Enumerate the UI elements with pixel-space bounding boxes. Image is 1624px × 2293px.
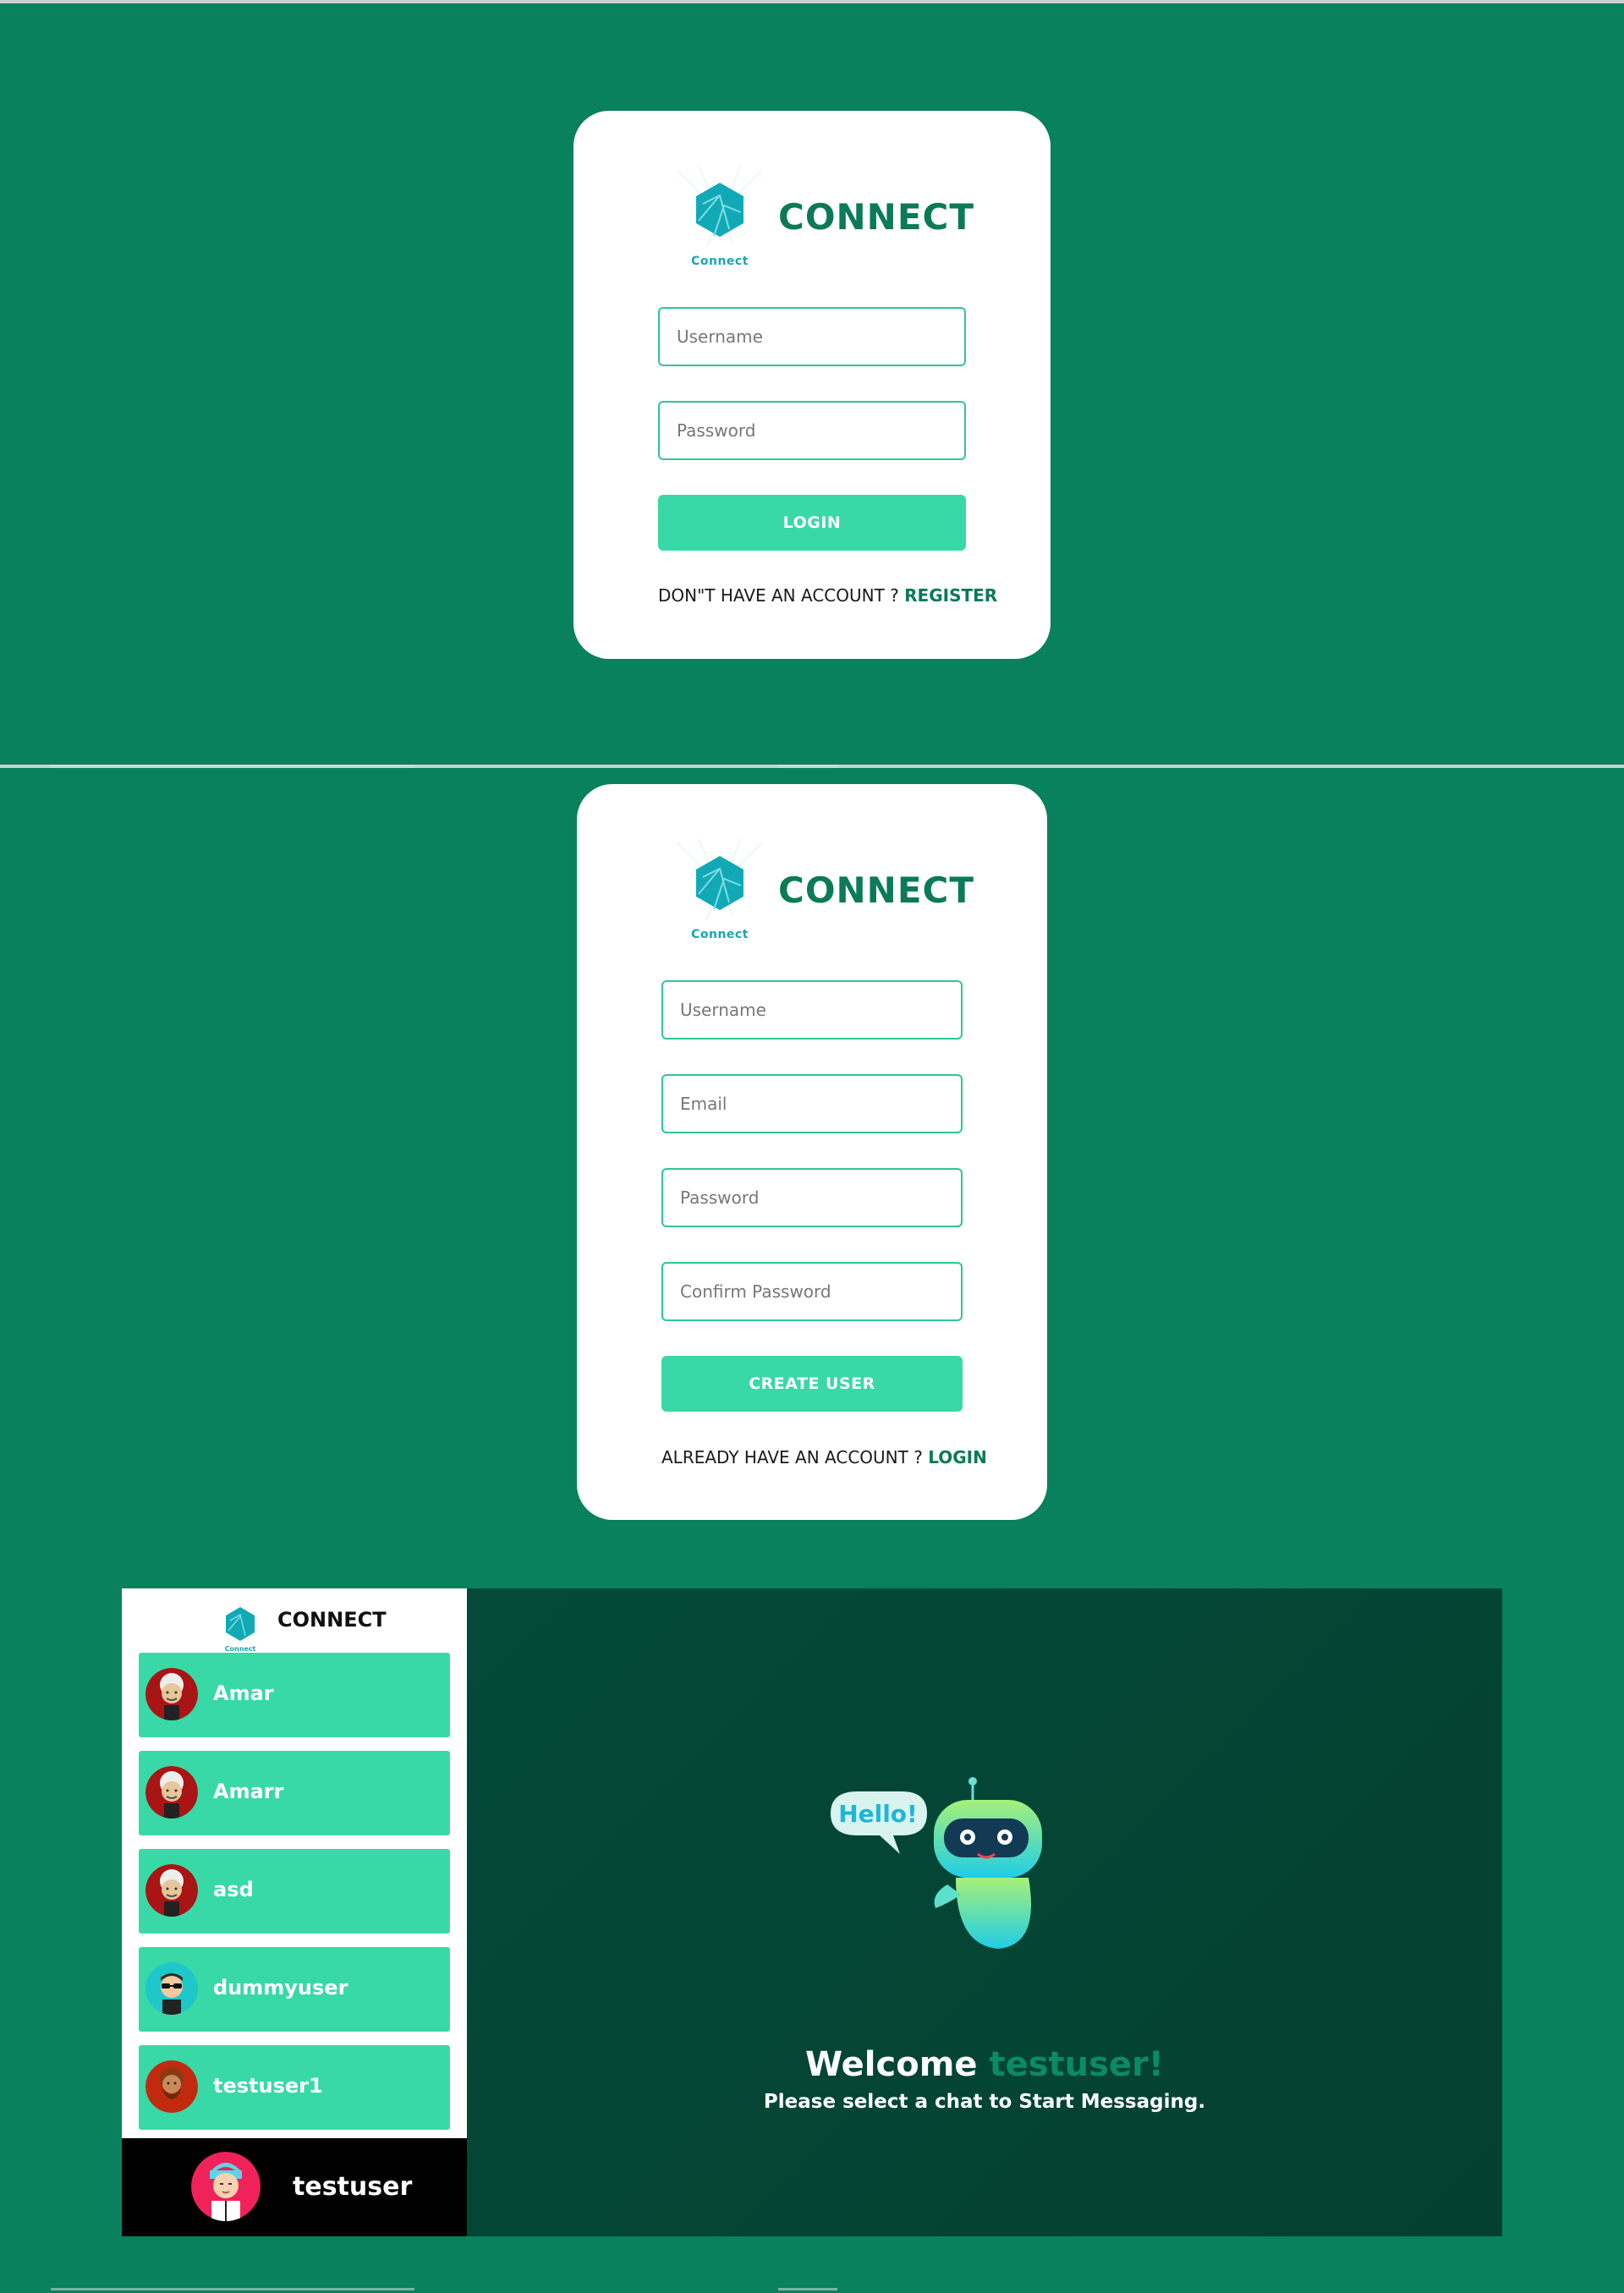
brand-title: CONNECT bbox=[277, 1608, 387, 1632]
contacts-sidebar: Connect CONNECT Amar Amarr asd dummyuser… bbox=[122, 1588, 467, 2236]
login-button[interactable]: LOGIN bbox=[658, 495, 966, 551]
current-user-name: testuser bbox=[293, 2172, 413, 2202]
welcome-prefix: Welcome bbox=[804, 2045, 990, 2084]
create-user-button[interactable]: CREATE USER bbox=[661, 1356, 963, 1412]
top-border bbox=[0, 0, 1624, 3]
white-hair-man-avatar bbox=[145, 1766, 198, 1818]
username-input[interactable] bbox=[658, 307, 966, 366]
register-card: Connect CONNECT CREATE USER ALREADY HAVE… bbox=[577, 784, 1047, 1520]
username-input[interactable] bbox=[661, 980, 963, 1040]
contact-name: Amar bbox=[213, 1681, 274, 1705]
contact-item-dummyuser[interactable]: dummyuser bbox=[139, 1947, 450, 2032]
contact-item-amarr[interactable]: Amarr bbox=[139, 1751, 450, 1835]
contact-item-amar[interactable]: Amar bbox=[139, 1653, 450, 1737]
divider-highlight bbox=[778, 765, 837, 767]
contact-item-asd[interactable]: asd bbox=[139, 1849, 450, 1934]
contact-name: testuser1 bbox=[213, 2074, 323, 2098]
logo-caption: Connect bbox=[691, 928, 749, 941]
connect-logo-icon: Connect bbox=[219, 1602, 261, 1653]
white-hair-man-avatar bbox=[145, 1864, 198, 1917]
bottom-highlight bbox=[778, 2288, 837, 2290]
email-input[interactable] bbox=[661, 1074, 963, 1133]
bottom-highlight bbox=[51, 2288, 414, 2290]
blue-hair-avatar bbox=[191, 2152, 261, 2221]
password-input[interactable] bbox=[658, 401, 966, 460]
login-card: Connect CONNECT LOGIN DON"T HAVE AN ACCO… bbox=[573, 111, 1051, 659]
brand-title: CONNECT bbox=[778, 869, 974, 911]
divider-highlight bbox=[51, 765, 414, 767]
connect-logo-icon: Connect bbox=[673, 162, 766, 272]
welcome-heading: Welcome testuser! bbox=[467, 2045, 1502, 2084]
confirm-password-input[interactable] bbox=[661, 1262, 963, 1321]
sunglasses-man-avatar bbox=[145, 1962, 198, 2015]
logo-caption: Connect bbox=[691, 255, 749, 268]
select-chat-hint: Please select a chat to Start Messaging. bbox=[763, 2091, 1206, 2113]
register-link[interactable]: REGISTER bbox=[904, 585, 997, 606]
register-prompt: DON"T HAVE AN ACCOUNT ? REGISTER bbox=[658, 585, 997, 606]
login-prompt: ALREADY HAVE AN ACCOUNT ? LOGIN bbox=[661, 1447, 987, 1467]
hello-robot-illustration: Hello! bbox=[829, 1776, 1049, 1954]
login-link[interactable]: LOGIN bbox=[928, 1447, 987, 1467]
current-user-panel[interactable]: testuser bbox=[122, 2138, 467, 2236]
contact-name: asd bbox=[213, 1878, 254, 1901]
connect-logo-icon: Connect bbox=[673, 835, 766, 945]
password-input[interactable] bbox=[661, 1168, 963, 1227]
sidebar-header: Connect CONNECT bbox=[122, 1588, 467, 1653]
login-prompt-text: ALREADY HAVE AN ACCOUNT ? bbox=[661, 1447, 929, 1467]
chat-app: Connect CONNECT Amar Amarr asd dummyuser… bbox=[122, 1588, 1502, 2236]
contact-name: Amarr bbox=[213, 1780, 284, 1803]
welcome-username: testuser! bbox=[989, 2045, 1165, 2084]
white-hair-man-avatar bbox=[145, 1668, 198, 1720]
logo-caption: Connect bbox=[225, 1645, 256, 1653]
contact-name: dummyuser bbox=[213, 1976, 348, 2000]
register-prompt-text: DON"T HAVE AN ACCOUNT ? bbox=[658, 585, 905, 606]
bearded-man-avatar bbox=[145, 2060, 198, 2113]
welcome-panel: Hello! Welcome testuser! Please select a… bbox=[467, 1588, 1502, 2236]
hello-bubble-text: Hello! bbox=[838, 1800, 918, 1828]
contact-item-testuser1[interactable]: testuser1 bbox=[139, 2045, 450, 2130]
brand-title: CONNECT bbox=[778, 195, 974, 238]
